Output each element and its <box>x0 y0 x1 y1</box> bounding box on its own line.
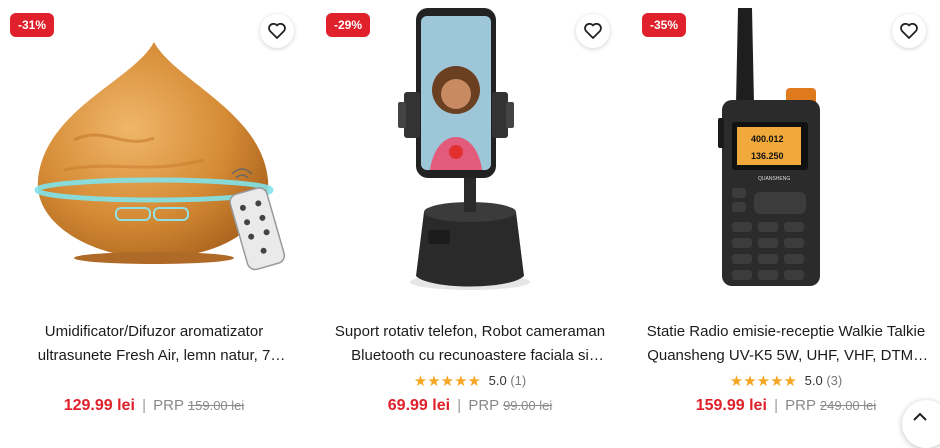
product-title[interactable]: Statie Radio emisie-receptie Walkie Talk… <box>644 320 928 368</box>
phone-holder-image <box>398 8 530 290</box>
discount-badge: -35% <box>642 13 687 37</box>
discount-badge: -29% <box>326 13 371 37</box>
chevron-up-icon <box>913 412 927 421</box>
star-rating-icons: ★★★★★ <box>413 373 482 390</box>
old-price: 249.00 lei <box>819 398 877 413</box>
product-image[interactable] <box>4 0 304 300</box>
old-price: 99.00 lei <box>503 398 553 413</box>
price-row: 159.99 lei | PRP 249.00 lei <box>636 397 936 415</box>
prp-label: PRP <box>153 397 184 414</box>
discount-badge: -31% <box>10 13 55 37</box>
favorite-button[interactable] <box>892 14 926 48</box>
old-price: 159.00 lei <box>187 398 245 413</box>
product-title[interactable]: Umidificator/Difuzor aromatizator ultras… <box>12 320 296 368</box>
rating-row: ★★★★★ 5.0 (3) <box>636 372 936 390</box>
heart-icon <box>268 23 286 39</box>
rating-score: 5.0 <box>804 373 823 388</box>
prp-label: PRP <box>785 397 816 414</box>
walkie-talkie-image: 400.012 136.250 QUANSHENG <box>718 8 820 286</box>
radio-screen-line2: 136.250 <box>751 151 784 161</box>
product-title[interactable]: Suport rotativ telefon, Robot cameraman … <box>328 320 612 368</box>
product-card[interactable]: -29% Suport rotativ telefon, Robot camer… <box>320 0 620 426</box>
price-separator: | <box>142 397 146 414</box>
product-card[interactable]: -31% Umidificator/Difuzor aromatizator u… <box>4 0 304 426</box>
favorite-button[interactable] <box>260 14 294 48</box>
price-row: 69.99 lei | PRP 99.00 lei <box>320 397 620 415</box>
product-card[interactable]: 400.012 136.250 QUANSHENG -35% Statie Ra… <box>636 0 936 426</box>
prp-label: PRP <box>468 397 499 414</box>
heart-icon <box>584 23 602 39</box>
radio-screen-line1: 400.012 <box>751 134 784 144</box>
rating-score: 5.0 <box>488 373 507 388</box>
scroll-to-top-button[interactable] <box>902 400 940 448</box>
review-count: (1) <box>510 373 527 388</box>
diffuser-image <box>34 42 286 271</box>
product-image[interactable] <box>320 0 620 300</box>
price-row: 129.99 lei | PRP 159.00 lei <box>4 397 304 415</box>
rating-row: ★★★★★ 5.0 (1) <box>320 372 620 390</box>
favorite-button[interactable] <box>576 14 610 48</box>
current-price: 159.99 lei <box>695 397 767 414</box>
price-separator: | <box>774 397 778 414</box>
current-price: 129.99 lei <box>63 397 135 414</box>
radio-brand-label: QUANSHENG <box>758 176 790 182</box>
price-separator: | <box>457 397 462 414</box>
heart-icon <box>900 23 918 39</box>
star-rating-icons: ★★★★★ <box>729 373 798 390</box>
review-count: (3) <box>826 373 843 388</box>
current-price: 69.99 lei <box>387 397 451 414</box>
product-image[interactable]: 400.012 136.250 QUANSHENG <box>636 0 936 300</box>
